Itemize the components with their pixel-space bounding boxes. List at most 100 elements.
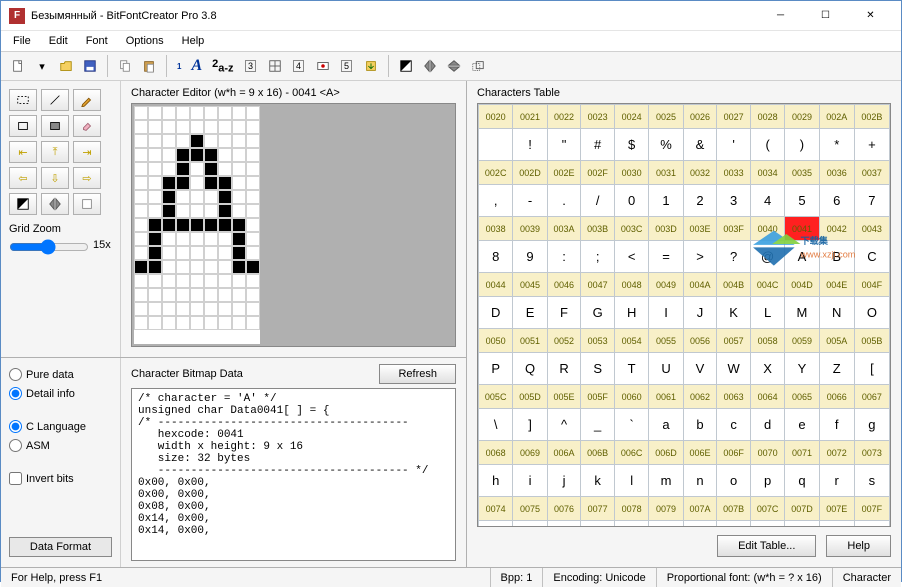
hex-cell[interactable]: 0074: [479, 497, 513, 521]
hex-cell[interactable]: 002B: [854, 105, 889, 129]
char-cell[interactable]: <: [614, 241, 648, 273]
char-cell[interactable]: z: [683, 521, 717, 528]
char-cell[interactable]: n: [683, 465, 717, 497]
char-cell[interactable]: 1: [649, 185, 683, 217]
minimize-button[interactable]: ─: [758, 2, 803, 30]
hex-cell[interactable]: 0042: [819, 217, 854, 241]
char-cell[interactable]: A: [785, 241, 819, 273]
hex-cell[interactable]: 0035: [785, 161, 819, 185]
format-4-icon[interactable]: 4: [288, 55, 310, 77]
char-cell[interactable]: F: [547, 297, 581, 329]
char-cell[interactable]: [479, 129, 513, 161]
hex-cell[interactable]: 005E: [547, 385, 581, 409]
char-cell[interactable]: ;: [581, 241, 615, 273]
hex-cell[interactable]: 0055: [649, 329, 683, 353]
paste-icon[interactable]: [138, 55, 160, 77]
hex-cell[interactable]: 0040: [750, 217, 784, 241]
asm-radio[interactable]: ASM: [9, 439, 112, 452]
hex-cell[interactable]: 0064: [750, 385, 784, 409]
char-cell[interactable]: T: [614, 353, 648, 385]
char-cell[interactable]: B: [819, 241, 854, 273]
hex-cell[interactable]: 0020: [479, 105, 513, 129]
char-cell[interactable]: *: [819, 129, 854, 161]
char-cell[interactable]: /: [581, 185, 615, 217]
char-cell[interactable]: o: [717, 465, 751, 497]
edit-table-button[interactable]: Edit Table...: [717, 535, 816, 557]
hex-cell[interactable]: 0037: [854, 161, 889, 185]
hex-cell[interactable]: 0029: [785, 105, 819, 129]
invert-icon[interactable]: [395, 55, 417, 77]
hex-cell[interactable]: 004A: [683, 273, 717, 297]
font-size-1-icon[interactable]: 1: [173, 62, 185, 71]
hex-cell[interactable]: 0021: [513, 105, 547, 129]
hex-cell[interactable]: 0033: [717, 161, 751, 185]
hex-cell[interactable]: 0048: [614, 273, 648, 297]
hex-cell[interactable]: 003C: [614, 217, 648, 241]
hex-cell[interactable]: 002E: [547, 161, 581, 185]
hex-cell[interactable]: 005D: [513, 385, 547, 409]
hex-cell[interactable]: 006F: [717, 441, 751, 465]
hex-cell[interactable]: 006B: [581, 441, 615, 465]
char-cell[interactable]: k: [581, 465, 615, 497]
invert-bits-checkbox[interactable]: Invert bits: [9, 472, 112, 485]
invert-tool[interactable]: [9, 193, 37, 215]
hex-cell[interactable]: 0052: [547, 329, 581, 353]
hex-cell[interactable]: 0068: [479, 441, 513, 465]
fillrect-tool[interactable]: [41, 115, 69, 137]
char-cell[interactable]: 8: [479, 241, 513, 273]
hex-cell[interactable]: 0076: [547, 497, 581, 521]
hex-cell[interactable]: 0075: [513, 497, 547, 521]
hex-cell[interactable]: 0059: [785, 329, 819, 353]
hex-cell[interactable]: 007B: [717, 497, 751, 521]
char-cell[interactable]: f: [819, 409, 854, 441]
hex-cell[interactable]: 0043: [854, 217, 889, 241]
nudge-down-tool[interactable]: ⇩: [41, 167, 69, 189]
rect-tool[interactable]: [9, 115, 37, 137]
hex-cell[interactable]: 0049: [649, 273, 683, 297]
char-cell[interactable]: [: [854, 353, 889, 385]
char-cell[interactable]: .: [547, 185, 581, 217]
char-cell[interactable]: (: [750, 129, 784, 161]
char-cell[interactable]: Z: [819, 353, 854, 385]
eraser-tool[interactable]: [73, 115, 101, 137]
shift-up-tool[interactable]: ⤒: [41, 141, 69, 163]
hex-cell[interactable]: 0038: [479, 217, 513, 241]
char-cell[interactable]: ~: [819, 521, 854, 528]
char-cell[interactable]: !: [513, 129, 547, 161]
hex-cell[interactable]: 0047: [581, 273, 615, 297]
hex-cell[interactable]: 004B: [717, 273, 751, 297]
char-cell[interactable]: I: [649, 297, 683, 329]
hex-cell[interactable]: 0045: [513, 273, 547, 297]
detail-info-radio[interactable]: Detail info: [9, 387, 112, 400]
range-icon[interactable]: 2a-z: [208, 58, 237, 75]
flip-h-icon[interactable]: [419, 55, 441, 77]
char-cell[interactable]: c: [717, 409, 751, 441]
char-cell[interactable]: W: [717, 353, 751, 385]
grid-icon[interactable]: [264, 55, 286, 77]
pencil-tool[interactable]: [73, 89, 101, 111]
resize-icon[interactable]: [467, 55, 489, 77]
shift-left-tool[interactable]: ⇤: [9, 141, 37, 163]
char-cell[interactable]: x: [614, 521, 648, 528]
char-cell[interactable]: j: [547, 465, 581, 497]
char-cell[interactable]: b: [683, 409, 717, 441]
data-format-button[interactable]: Data Format: [9, 537, 112, 557]
hex-cell[interactable]: 0028: [750, 105, 784, 129]
char-table[interactable]: 0020002100220023002400250026002700280029…: [477, 103, 891, 527]
char-cell[interactable]: 4: [750, 185, 784, 217]
char-cell[interactable]: G: [581, 297, 615, 329]
char-cell[interactable]: =: [649, 241, 683, 273]
char-cell[interactable]: [854, 521, 889, 528]
hex-cell[interactable]: 007A: [683, 497, 717, 521]
char-cell[interactable]: |: [750, 521, 784, 528]
char-cell[interactable]: }: [785, 521, 819, 528]
hex-cell[interactable]: 0041: [785, 217, 819, 241]
hex-cell[interactable]: 006E: [683, 441, 717, 465]
save-icon[interactable]: [79, 55, 101, 77]
char-cell[interactable]: 2: [683, 185, 717, 217]
hex-cell[interactable]: 004F: [854, 273, 889, 297]
hex-cell[interactable]: 0032: [683, 161, 717, 185]
hex-cell[interactable]: 0066: [819, 385, 854, 409]
close-button[interactable]: ✕: [848, 2, 893, 30]
hex-cell[interactable]: 0056: [683, 329, 717, 353]
